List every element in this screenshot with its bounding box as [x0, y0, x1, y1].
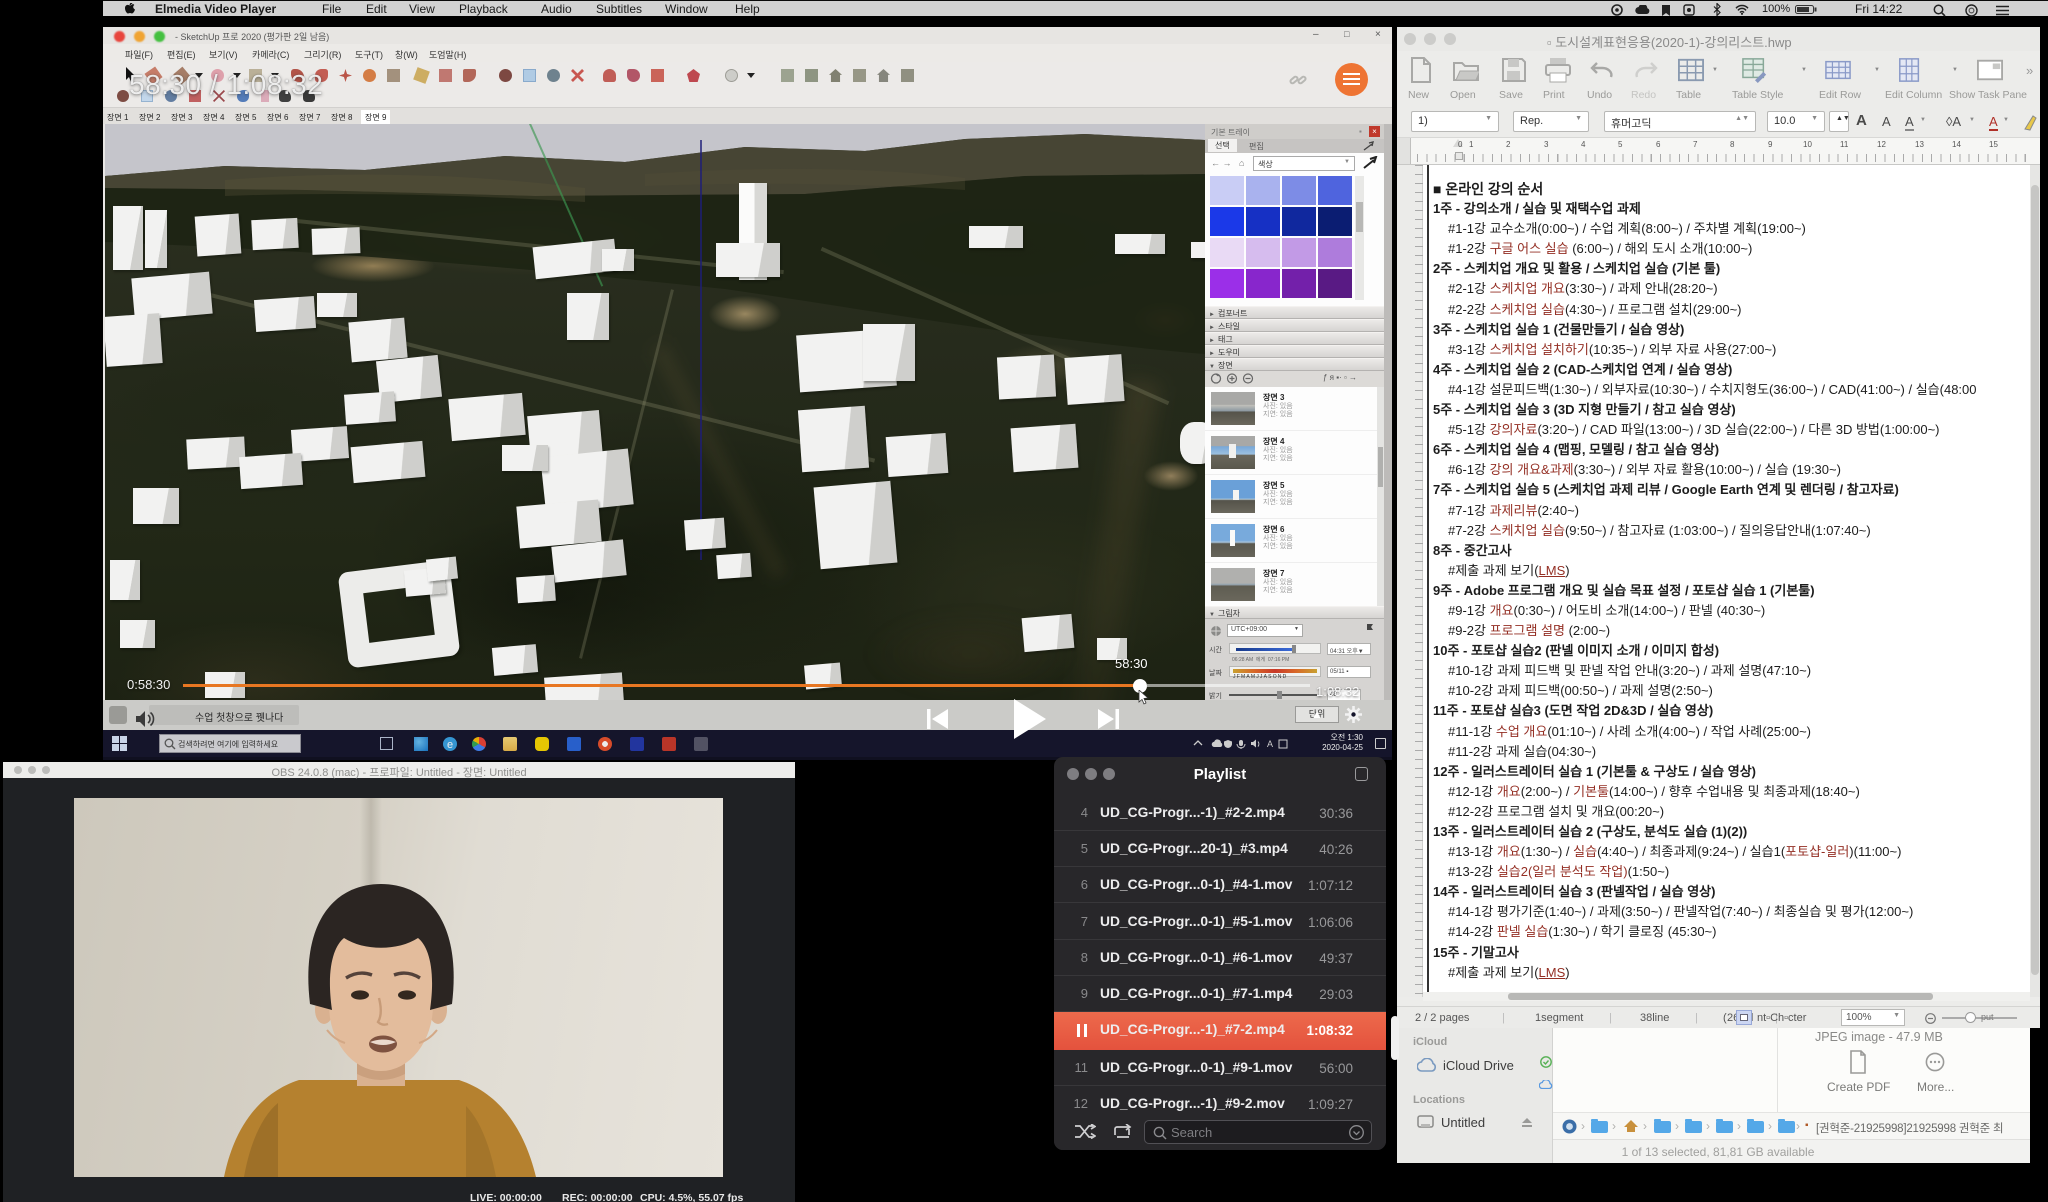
svg-text:A: A — [1267, 739, 1273, 749]
